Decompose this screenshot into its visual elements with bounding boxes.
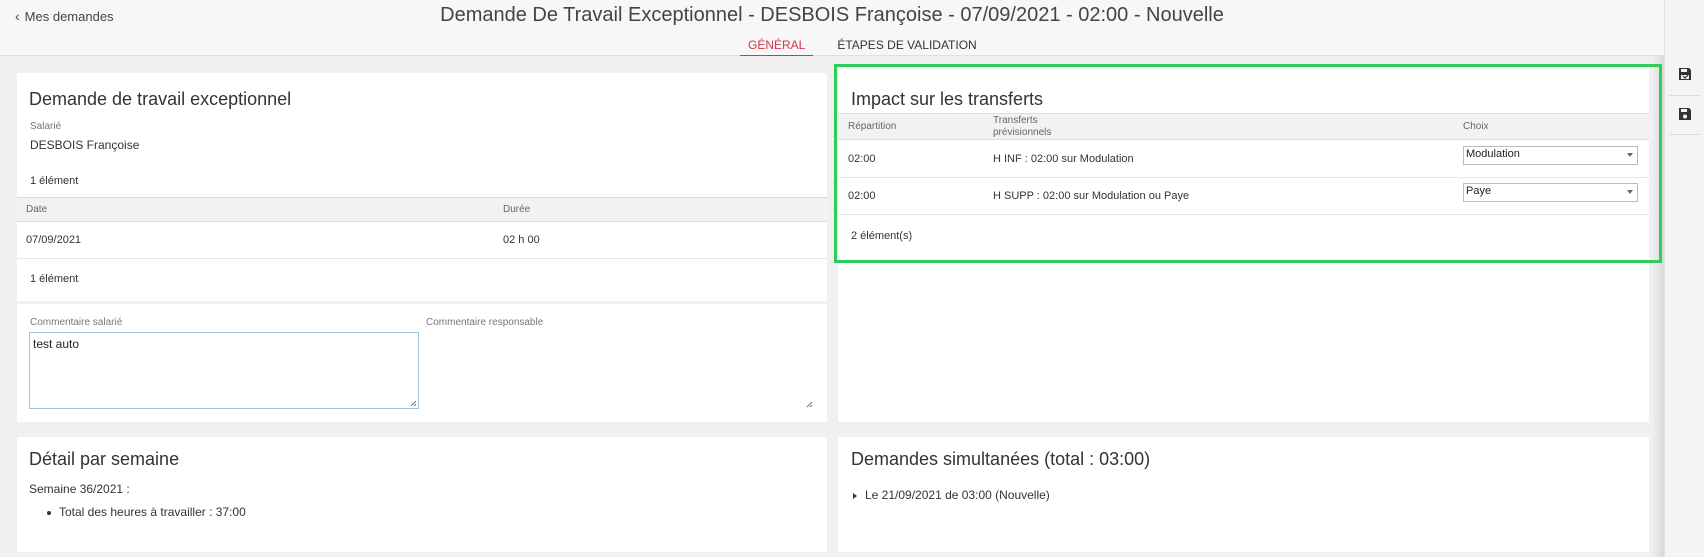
tab-bar: GÉNÉRAL ÉTAPES DE VALIDATION: [740, 38, 985, 56]
cell-date: 07/09/2021: [26, 234, 82, 246]
cell-duree: 02 h 00: [503, 234, 540, 246]
salarie-label: Salarié: [30, 121, 62, 132]
page-title: Demande De Travail Exceptionnel - DESBOI…: [440, 4, 1224, 26]
column-date: Date: [26, 204, 48, 215]
rail-divider: [1669, 95, 1701, 96]
table-header: Date Durée: [17, 197, 827, 222]
rail-divider: [1669, 134, 1701, 135]
action-rail: [1664, 0, 1704, 557]
demande-title: Demande de travail exceptionnel: [29, 89, 292, 109]
bullet-icon: [47, 511, 51, 515]
detail-card: Détail par semaine Semaine 36/2021 : Tot…: [17, 437, 827, 552]
list-item: Total des heures à travailler : 37:00: [59, 505, 246, 519]
column-duree: Durée: [503, 204, 531, 215]
element-count: 1 élément: [30, 175, 79, 187]
comment-salarie-textarea[interactable]: test auto: [29, 332, 419, 409]
tab-etapes-validation[interactable]: ÉTAPES DE VALIDATION: [829, 38, 984, 56]
save-and-close-icon[interactable]: [1677, 66, 1693, 82]
detail-title: Détail par semaine: [29, 449, 180, 469]
element-count: 1 élément: [30, 273, 79, 285]
tab-general[interactable]: GÉNÉRAL: [740, 38, 814, 56]
caret-right-icon: [853, 493, 857, 499]
highlight-frame: [834, 64, 1662, 263]
comment-salarie-value: test auto: [33, 337, 80, 351]
simultanees-title: Demandes simultanées (total : 03:00): [851, 449, 1151, 469]
comment-salarie-label: Commentaire salarié: [30, 317, 123, 328]
week-label: Semaine 36/2021 :: [29, 482, 130, 496]
resize-handle-icon[interactable]: [805, 400, 813, 408]
simultanees-card: Demandes simultanées (total : 03:00) Le …: [838, 437, 1649, 552]
header-bar: ‹ Mes demandes Demande De Travail Excepti…: [0, 0, 1664, 56]
comment-responsable-label: Commentaire responsable: [426, 317, 544, 328]
demande-card: Demande de travail exceptionnel Salarié …: [17, 73, 827, 301]
comment-responsable-textarea[interactable]: [426, 332, 814, 409]
comments-card: Commentaire salarié test auto Commentair…: [17, 304, 827, 422]
row-divider: [17, 258, 827, 259]
list-item[interactable]: Le 21/09/2021 de 03:00 (Nouvelle): [865, 488, 1050, 502]
save-icon[interactable]: [1677, 106, 1693, 122]
resize-handle-icon[interactable]: [409, 399, 417, 407]
salarie-value: DESBOIS Françoise: [30, 138, 140, 152]
